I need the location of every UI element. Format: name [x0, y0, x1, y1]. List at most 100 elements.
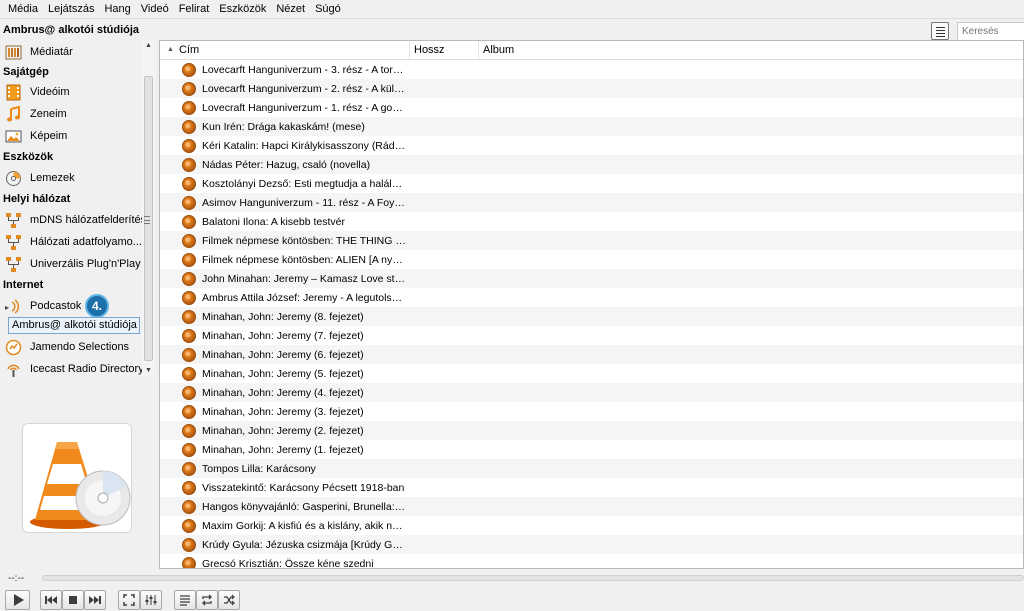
previous-button[interactable]	[40, 590, 62, 610]
sidebar-item-label: Icecast Radio Directory	[30, 363, 143, 375]
menu-media[interactable]: Média	[3, 0, 43, 19]
next-button[interactable]	[84, 590, 106, 610]
table-row[interactable]: Minahan, John: Jeremy (5. fejezet)	[160, 364, 1023, 383]
scroll-up-icon[interactable]: ▲	[145, 42, 152, 49]
podcast-rename-field[interactable]: Ambrus@ alkotói stúdiója	[8, 317, 140, 334]
table-row[interactable]: John Minahan: Jeremy – Kamasz Love story…	[160, 269, 1023, 288]
table-row[interactable]: Minahan, John: Jeremy (7. fejezet)	[160, 326, 1023, 345]
column-title[interactable]: Cím	[160, 41, 410, 59]
menu-bar: Média Lejátszás Hang Videó Felirat Eszkö…	[0, 0, 1024, 19]
sidebar-item-label: Képeim	[30, 130, 68, 142]
sidebar-item-icecast[interactable]: Icecast Radio Directory	[5, 359, 143, 379]
table-row[interactable]: Minahan, John: Jeremy (1. fejezet)	[160, 440, 1023, 459]
vlc-cone-icon	[30, 442, 131, 529]
menu-subtitle[interactable]: Felirat	[174, 0, 215, 19]
audio-track-icon	[182, 100, 196, 115]
track-title: Asimov Hanguniverzum - 11. rész - A Foy …	[202, 196, 407, 209]
loop-button[interactable]	[196, 590, 218, 610]
table-row[interactable]: Hangos könyvajánló: Gasperini, Brunella:…	[160, 497, 1023, 516]
search-input[interactable]	[957, 22, 1024, 41]
shuffle-button[interactable]	[218, 590, 240, 610]
menu-view[interactable]: Nézet	[271, 0, 310, 19]
audio-track-icon	[182, 442, 196, 457]
table-row[interactable]: Kosztolányi Dezső: Esti megtudja a halál…	[160, 174, 1023, 193]
table-row[interactable]: Visszatekintő: Karácsony Pécsett 1918-ba…	[160, 478, 1023, 497]
sidebar-item-videos[interactable]: Videóim	[5, 82, 143, 102]
picture-icon	[5, 128, 22, 145]
sidebar-item-discs[interactable]: Lemezek	[5, 168, 143, 188]
equalizer-icon	[145, 595, 157, 605]
sidebar-item-upnp[interactable]: Univerzális Plug'n'Play	[5, 254, 143, 274]
table-row[interactable]: Tompos Lilla: Karácsony	[160, 459, 1023, 478]
track-title: Lovecraft Hanguniverzum - 1. rész - A go…	[202, 101, 407, 114]
track-title: Nádas Péter: Hazug, csaló (novella)	[202, 158, 371, 171]
scroll-down-icon[interactable]: ▼	[145, 367, 152, 374]
table-row[interactable]: Minahan, John: Jeremy (2. fejezet)	[160, 421, 1023, 440]
track-title: Minahan, John: Jeremy (7. fejezet)	[202, 329, 364, 342]
table-row[interactable]: Minahan, John: Jeremy (3. fejezet)	[160, 402, 1023, 421]
table-row[interactable]: Kéri Katalin: Hapci Királykisasszony (Rá…	[160, 136, 1023, 155]
menu-help[interactable]: Súgó	[310, 0, 346, 19]
fullscreen-button[interactable]	[118, 590, 140, 610]
extended-settings-button[interactable]	[140, 590, 162, 610]
sidebar-item-network-streams[interactable]: Hálózati adatfolyamo...	[5, 232, 143, 252]
audio-track-icon	[182, 62, 196, 77]
menu-tools[interactable]: Eszközök	[214, 0, 271, 19]
elapsed-time: --:--	[8, 573, 25, 584]
audio-track-icon	[182, 366, 196, 381]
sidebar-item-music[interactable]: Zeneim	[5, 104, 143, 124]
table-row[interactable]: Filmek népmese köntösben: ALIEN [A nyolc…	[160, 250, 1023, 269]
sidebar-title: Ambrus@ alkotói stúdiója	[3, 24, 140, 36]
audio-track-icon	[182, 537, 196, 552]
sidebar-item-podcasts[interactable]: ▸ Podcastok	[5, 296, 143, 316]
stop-button[interactable]	[62, 590, 84, 610]
sidebar-item-library[interactable]: Médiatár	[5, 42, 143, 62]
disc-icon	[5, 170, 22, 187]
menu-audio[interactable]: Hang	[99, 0, 135, 19]
track-title: Minahan, John: Jeremy (1. fejezet)	[202, 443, 364, 456]
playlist-toggle-button[interactable]	[174, 590, 196, 610]
table-row[interactable]: Minahan, John: Jeremy (8. fejezet)	[160, 307, 1023, 326]
play-button[interactable]	[5, 590, 30, 610]
table-row[interactable]: Minahan, John: Jeremy (4. fejezet)	[160, 383, 1023, 402]
track-title: Lovecarft Hanguniverzum - 3. rész - A to…	[202, 63, 407, 76]
sidebar-item-pictures[interactable]: Képeim	[5, 126, 143, 146]
table-row[interactable]: Lovecarft Hanguniverzum - 2. rész - A kü…	[160, 79, 1023, 98]
film-icon	[5, 84, 22, 101]
track-title: Minahan, John: Jeremy (8. fejezet)	[202, 310, 364, 323]
table-row[interactable]: Grecsó Krisztián: Össze kéne szedni	[160, 554, 1023, 568]
menu-video[interactable]: Videó	[136, 0, 174, 19]
table-row[interactable]: Balatoni Ilona: A kisebb testvér	[160, 212, 1023, 231]
table-row[interactable]: Filmek népmese köntösben: THE THING [A D…	[160, 231, 1023, 250]
track-title: Maxim Gorkij: A kisfiú és a kislány, aki…	[202, 519, 407, 532]
table-row[interactable]: Maxim Gorkij: A kisfiú és a kislány, aki…	[160, 516, 1023, 535]
menu-playback[interactable]: Lejátszás	[43, 0, 99, 19]
track-title: Minahan, John: Jeremy (6. fejezet)	[202, 348, 364, 361]
table-row[interactable]: Nádas Péter: Hazug, csaló (novella)	[160, 155, 1023, 174]
track-title: Lovecarft Hanguniverzum - 2. rész - A kü…	[202, 82, 407, 95]
section-heading-devices: Eszközök	[3, 151, 54, 163]
table-row[interactable]: Lovecraft Hanguniverzum - 1. rész - A go…	[160, 98, 1023, 117]
sidebar-item-mdns[interactable]: mDNS hálózatfelderítés	[5, 210, 143, 230]
table-row[interactable]: Kun Irén: Drága kakaskám! (mese)	[160, 117, 1023, 136]
table-row[interactable]: Krúdy Gyula: Jézuska csizmája [Krúdy Gyu…	[160, 535, 1023, 554]
column-duration[interactable]: Hossz	[410, 41, 479, 59]
track-title: Minahan, John: Jeremy (2. fejezet)	[202, 424, 364, 437]
audio-track-icon	[182, 176, 196, 191]
splitter-grip-icon[interactable]	[144, 216, 150, 224]
fullscreen-icon	[123, 594, 135, 606]
network-icon	[5, 212, 22, 229]
svg-text:▸: ▸	[5, 303, 9, 312]
playlist-view-button[interactable]	[931, 22, 949, 40]
sidebar-scrollbar[interactable]: ▲ ▼	[142, 40, 155, 376]
sidebar-item-jamendo[interactable]: Jamendo Selections	[5, 337, 143, 357]
column-album[interactable]: Album	[479, 41, 1023, 59]
table-row[interactable]: Ambrus Attila József: Jeremy - A legutol…	[160, 288, 1023, 307]
sidebar-item-label: mDNS hálózatfelderítés	[30, 214, 143, 226]
table-row[interactable]: Minahan, John: Jeremy (6. fejezet)	[160, 345, 1023, 364]
table-row[interactable]: Lovecarft Hanguniverzum - 3. rész - A to…	[160, 60, 1023, 79]
track-title: Minahan, John: Jeremy (3. fejezet)	[202, 405, 364, 418]
sidebar-item-label: Podcastok	[30, 300, 82, 312]
seek-slider[interactable]	[42, 575, 1024, 581]
table-row[interactable]: Asimov Hanguniverzum - 11. rész - A Foy …	[160, 193, 1023, 212]
